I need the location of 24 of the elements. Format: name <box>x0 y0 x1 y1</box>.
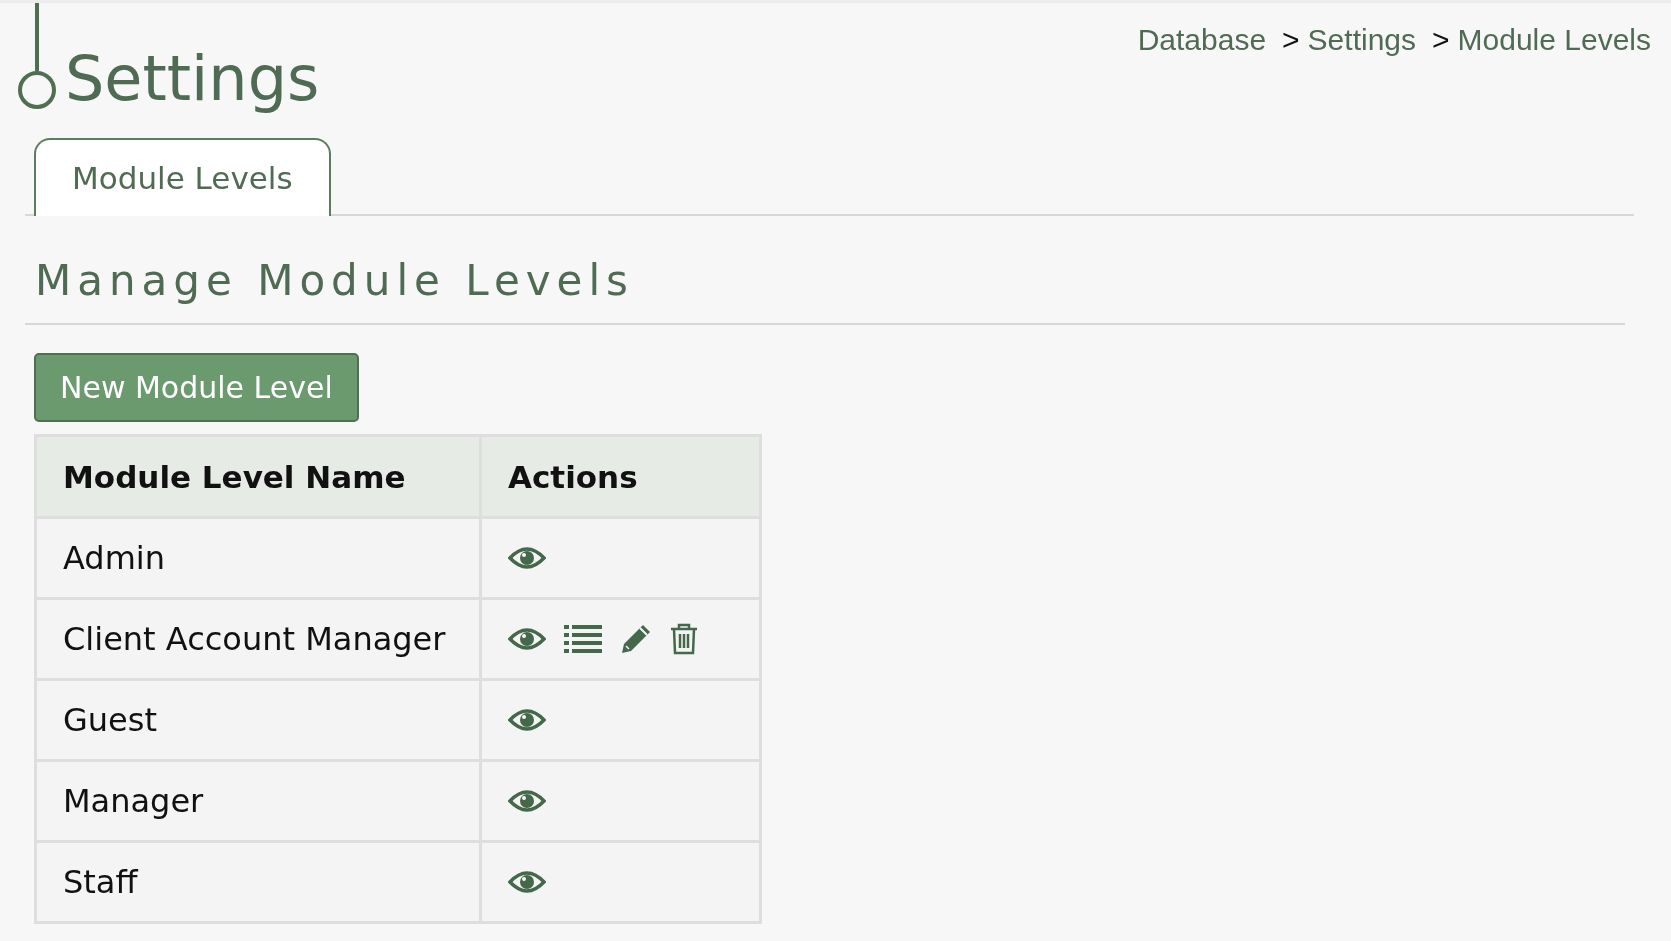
breadcrumb-separator: > <box>1282 23 1300 57</box>
view-eye-icon[interactable] <box>508 627 546 651</box>
delete-trash-icon[interactable] <box>670 623 698 655</box>
timeline-marker-icon <box>17 3 57 110</box>
breadcrumb-separator: > <box>1432 23 1450 57</box>
new-module-level-button[interactable]: New Module Level <box>34 353 359 422</box>
table-cell: Client Account Manager <box>35 598 481 680</box>
column-header: Actions <box>480 435 761 518</box>
view-eye-icon[interactable] <box>508 870 546 894</box>
view-eye-icon[interactable] <box>508 546 546 570</box>
section-title: Manage Module Levels <box>25 256 1625 325</box>
breadcrumb-link[interactable]: Module Levels <box>1457 23 1651 57</box>
edit-pencil-icon[interactable] <box>620 623 652 655</box>
breadcrumb-link[interactable]: Database <box>1137 23 1267 57</box>
tab[interactable]: Module Levels <box>34 138 331 216</box>
table-cell: Manager <box>35 760 481 842</box>
list-icon[interactable] <box>564 624 602 654</box>
table-cell: Guest <box>35 679 481 761</box>
table-cell: Admin <box>35 517 481 599</box>
view-eye-icon[interactable] <box>508 789 546 813</box>
breadcrumb-link[interactable]: Settings <box>1307 23 1416 57</box>
column-header: Module Level Name <box>35 435 481 518</box>
view-eye-icon[interactable] <box>508 708 546 732</box>
table-cell: Staff <box>35 841 481 923</box>
